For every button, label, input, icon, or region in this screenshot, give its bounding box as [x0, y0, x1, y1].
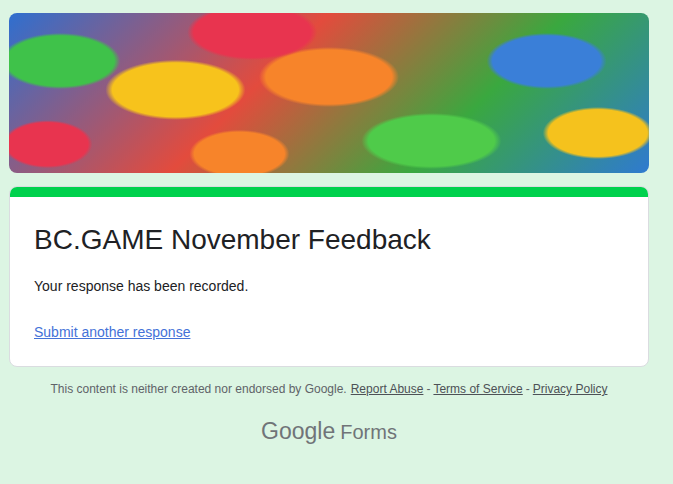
- google-forms-logo[interactable]: GoogleForms: [9, 417, 649, 446]
- card-body: BC.GAME November Feedback Your response h…: [10, 197, 648, 366]
- confirmation-message: Your response has been recorded.: [34, 276, 624, 296]
- footer-link[interactable]: Terms of Service: [433, 381, 522, 397]
- footer: This content is neither created nor endo…: [9, 381, 649, 397]
- footer-separator: -: [426, 381, 430, 397]
- confirmation-card: BC.GAME November Feedback Your response h…: [9, 186, 649, 367]
- accent-bar: [10, 187, 648, 197]
- form-title: BC.GAME November Feedback: [34, 220, 624, 260]
- footer-link[interactable]: Report Abuse: [351, 381, 424, 397]
- footer-link[interactable]: Privacy Policy: [533, 381, 608, 397]
- brand-product: Forms: [340, 418, 397, 446]
- brand-google: Google: [261, 417, 335, 445]
- submit-another-link[interactable]: Submit another response: [34, 322, 190, 342]
- page: BC.GAME November Feedback Your response h…: [0, 0, 673, 484]
- footer-notice: This content is neither created nor endo…: [51, 381, 347, 397]
- header-banner: [9, 13, 649, 173]
- footer-separator: -: [526, 381, 530, 397]
